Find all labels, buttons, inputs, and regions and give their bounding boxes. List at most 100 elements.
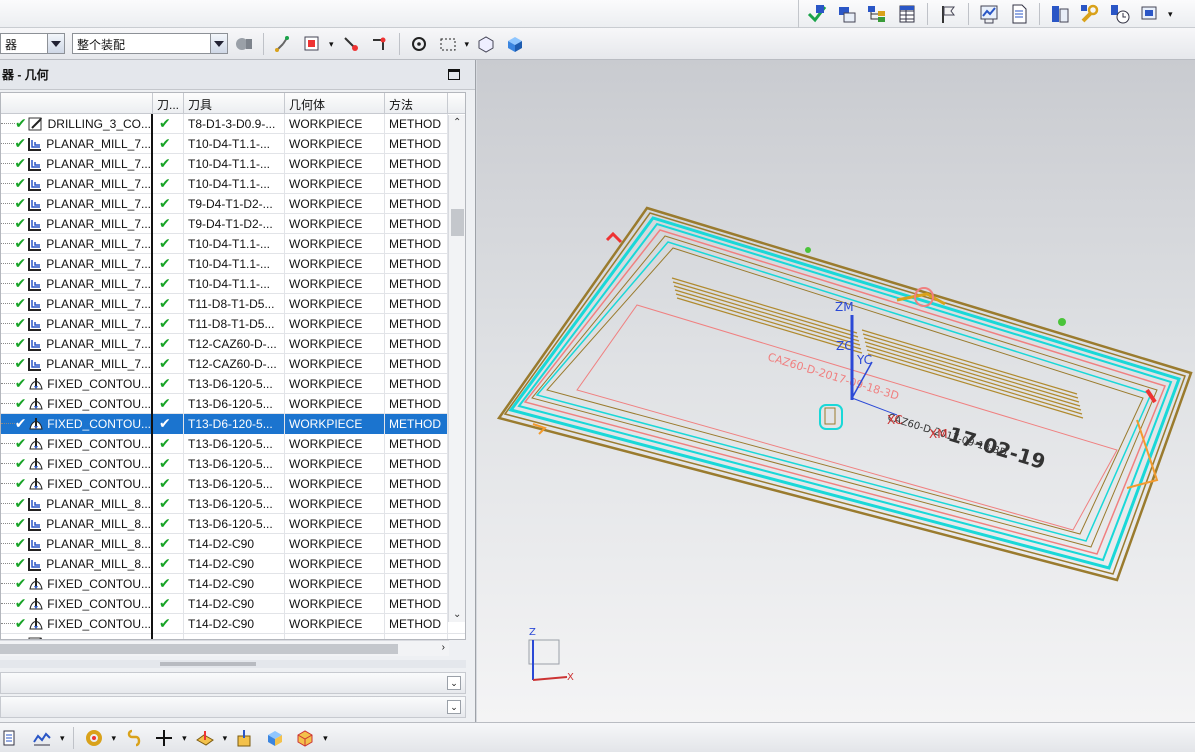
operation-name-cell[interactable]: ✔ PLANAR_MILL_7... bbox=[1, 213, 153, 234]
chevron-down-icon[interactable]: ▾ bbox=[112, 733, 117, 744]
table-row[interactable]: ✔ FIXED_CONTOU... ✔ T14-D2-C90 WORKPIECE METH… bbox=[1, 573, 465, 594]
table-row[interactable]: ✔ FIXED_CONTOU... ✔ T13-D6-120-5... WORKPIEC… bbox=[1, 453, 465, 474]
operation-name-cell[interactable]: ✔ PLANAR_MILL_7... bbox=[1, 253, 153, 274]
shaded-cube-icon[interactable] bbox=[503, 33, 527, 55]
operation-name-cell[interactable]: ✔ PLANAR_MILL_8... bbox=[1, 553, 153, 574]
operation-name-cell[interactable]: ✔ FIXED_CONTOU... bbox=[1, 433, 153, 454]
table-row[interactable]: ✔ PLANAR_MILL_7... ✔ T10-D4-T1.1-... WORKPIE… bbox=[1, 253, 465, 274]
block-icon[interactable] bbox=[263, 727, 287, 749]
table-row[interactable]: ✔ PLANAR_MILL_7... ✔ T10-D4-T1.1-... WORKPIE… bbox=[1, 273, 465, 294]
dependencies-panel-header[interactable]: ⌄ bbox=[0, 696, 466, 718]
table-row[interactable]: ✔ PLANAR_MILL_7... ✔ T10-D4-T1.1-... WORKPIE… bbox=[1, 173, 465, 194]
table-row[interactable]: ✔ PLANAR_MILL_7... ✔ T12-CAZ60-D-... WORKPIE… bbox=[1, 333, 465, 354]
table-row[interactable]: ✔ FIXED_CONTOU... ✔ T13-D6-120-5... WORKPIEC… bbox=[1, 413, 465, 434]
operation-name-cell[interactable]: ✔ FIXED_CONTOU... bbox=[1, 413, 153, 434]
operation-name-cell[interactable]: ✔ FIXED_CONTOU... bbox=[1, 473, 153, 494]
scroll-down-icon[interactable]: ⌄ bbox=[453, 609, 461, 620]
chevron-down-icon[interactable]: ▾ bbox=[60, 733, 65, 744]
table-row[interactable]: ✔ FIXED_CONTOU... ✔ T13-D6-120-5... WORKPIEC… bbox=[1, 373, 465, 394]
ring-icon[interactable] bbox=[82, 727, 106, 749]
column-header-toolpath[interactable]: 刀... bbox=[153, 93, 184, 113]
chevron-down-icon[interactable]: ▾ bbox=[323, 733, 328, 744]
chevron-down-icon[interactable] bbox=[210, 34, 227, 53]
table-row[interactable]: ✔ PLANAR_MILL_8... ✔ T13-D6-120-5... WORKPIE… bbox=[1, 493, 465, 514]
chevron-down-icon[interactable]: ▾ bbox=[329, 39, 334, 50]
operation-name-cell[interactable]: ✔ PLANAR_MILL_8... bbox=[1, 493, 153, 514]
select-box-icon[interactable] bbox=[300, 33, 324, 55]
datum-icon[interactable] bbox=[193, 727, 217, 749]
table-row[interactable]: ✔ FIXED_CONTOU... ✔ T14-D2-C90 WORKPIECE METH… bbox=[1, 593, 465, 614]
operation-name-cell[interactable]: ✔ FIXED_CONTOU... bbox=[1, 373, 153, 394]
view-box-icon[interactable] bbox=[474, 33, 498, 55]
table-row[interactable]: ✔ FIXED_CONTOU... ✔ T14-D2-C90 WORKPIECE METH… bbox=[1, 613, 465, 634]
operation-name-cell[interactable]: ✔ PLANAR_MILL_7... bbox=[1, 193, 153, 214]
operation-name-cell[interactable]: ✔ PLANAR_MILL_7... bbox=[1, 273, 153, 294]
maximize-icon[interactable] bbox=[448, 69, 460, 80]
table-row[interactable]: ✔ PLANAR_MILL_8... ✔ T13-D6-120-5... WORKPIE… bbox=[1, 513, 465, 534]
chart-icon[interactable] bbox=[977, 3, 1001, 25]
navigator-icon[interactable] bbox=[0, 727, 24, 749]
operation-name-cell[interactable]: ✔ FIXED_CONTOU... bbox=[1, 593, 153, 614]
chevron-down-icon[interactable]: ▾ bbox=[1168, 9, 1173, 20]
point-select-icon[interactable] bbox=[339, 33, 363, 55]
flag-icon[interactable] bbox=[936, 3, 960, 25]
graphics-viewport[interactable]: CAZ60-D-2017-09-18-3D CAZ60-D-2017-09-18… bbox=[477, 60, 1195, 722]
scroll-right-icon[interactable]: › bbox=[442, 642, 445, 653]
display-2d-icon[interactable] bbox=[835, 3, 859, 25]
panel-splitter[interactable] bbox=[0, 660, 466, 668]
type-filter-select[interactable]: 器 bbox=[0, 33, 65, 54]
tool-library-icon[interactable] bbox=[1048, 3, 1072, 25]
table-row[interactable]: ✔ PLANAR_MILL_7... ✔ T10-D4-T1.1-... WORKPIE… bbox=[1, 233, 465, 254]
vertical-scrollbar[interactable]: ⌃ ⌄ bbox=[448, 115, 465, 622]
selection-scope-select[interactable]: 整个装配 bbox=[72, 33, 228, 54]
operation-name-cell[interactable]: ✔ PLANAR_MILL_7... bbox=[1, 233, 153, 254]
table-row[interactable]: ✔ PLANAR_MILL_7... ✔ T11-D8-T1-D5... WORKPIE… bbox=[1, 293, 465, 314]
scrollbar-thumb[interactable] bbox=[451, 209, 464, 236]
axis-icon[interactable] bbox=[233, 727, 257, 749]
chevron-down-icon[interactable]: ▾ bbox=[223, 733, 228, 744]
table-row[interactable]: ✔ PLANAR_MILL_7... ✔ T11-D8-T1-D5... WORKPIE… bbox=[1, 313, 465, 334]
horizontal-scrollbar[interactable]: › bbox=[0, 640, 449, 656]
chevron-down-icon[interactable]: ▾ bbox=[465, 39, 470, 50]
timer-icon[interactable] bbox=[1108, 3, 1132, 25]
operation-name-cell[interactable]: ✔ PLANAR_MILL_8... bbox=[1, 533, 153, 554]
details-panel-header[interactable]: ⌄ bbox=[0, 672, 466, 694]
column-header-tool[interactable]: 刀具 bbox=[184, 93, 285, 113]
snap-point-icon[interactable] bbox=[407, 33, 431, 55]
table-row[interactable]: ✔ PLANAR_MILL_7... ✔ T9-D4-T1-D2-... WORKPIE… bbox=[1, 213, 465, 234]
operation-name-cell[interactable]: ✔ PLANAR_MILL_7... bbox=[1, 153, 153, 174]
operation-name-cell[interactable]: ✔ PLANAR_MILL_8... bbox=[1, 513, 153, 534]
column-header-geometry[interactable]: 几何体 bbox=[285, 93, 385, 113]
cube-icon[interactable] bbox=[293, 727, 317, 749]
expand-icon[interactable]: ⌄ bbox=[447, 700, 461, 714]
table-row[interactable]: ✔ PLANAR_MILL_8... ✔ T14-D2-C90 WORKPIECE MET… bbox=[1, 533, 465, 554]
tree-icon[interactable] bbox=[865, 3, 889, 25]
operation-name-cell[interactable]: ✔ FIXED_CONTOU... bbox=[1, 453, 153, 474]
chevron-down-icon[interactable] bbox=[47, 34, 64, 53]
table-row[interactable]: ✔ PLANAR_MILL_8... ✔ T14-D2-C90 WORKPIECE MET… bbox=[1, 553, 465, 574]
column-header-name[interactable] bbox=[1, 93, 153, 113]
program-view-icon[interactable] bbox=[30, 727, 54, 749]
table-icon[interactable] bbox=[895, 3, 919, 25]
wrench-icon[interactable] bbox=[1078, 3, 1102, 25]
operation-name-cell[interactable]: ✔ PLANAR_MILL_7... bbox=[1, 133, 153, 154]
curve-select-icon[interactable] bbox=[368, 33, 392, 55]
output-icon[interactable] bbox=[1138, 3, 1162, 25]
table-row[interactable]: ✔ FIXED_CONTOU... ✔ T13-D6-120-5... WORKPIEC… bbox=[1, 433, 465, 454]
table-row[interactable]: ✔ PLANAR_MILL_7... ✔ T10-D4-T1.1-... WORKPIE… bbox=[1, 133, 465, 154]
paperclip-icon[interactable] bbox=[122, 727, 146, 749]
expand-icon[interactable]: ⌄ bbox=[447, 676, 461, 690]
scrollbar-thumb[interactable] bbox=[0, 644, 398, 654]
splitter-grip[interactable] bbox=[160, 662, 256, 666]
operation-name-cell[interactable]: ✔ FIXED_CONTOU... bbox=[1, 573, 153, 594]
table-row[interactable]: ✔ FIXED_CONTOU... ✔ T13-D6-120-5... WORKPIEC… bbox=[1, 393, 465, 414]
snap-icon[interactable] bbox=[271, 33, 295, 55]
document-icon[interactable] bbox=[1007, 3, 1031, 25]
operation-name-cell[interactable]: ✔ PLANAR_MILL_7... bbox=[1, 313, 153, 334]
operation-name-cell[interactable]: ✔ PLANAR_MILL_7... bbox=[1, 173, 153, 194]
column-header-method[interactable]: 方法 bbox=[385, 93, 448, 113]
table-row[interactable]: ✔ FIXED_CONTOU... ✔ T13-D6-120-5... WORKPIEC… bbox=[1, 473, 465, 494]
operation-name-cell[interactable]: ✔ DRILLING_3_CO... bbox=[1, 113, 153, 134]
verify-icon[interactable] bbox=[805, 3, 829, 25]
table-row[interactable]: ✔ PLANAR_MILL_7... ✔ T10-D4-T1.1-... WORKPIE… bbox=[1, 153, 465, 174]
